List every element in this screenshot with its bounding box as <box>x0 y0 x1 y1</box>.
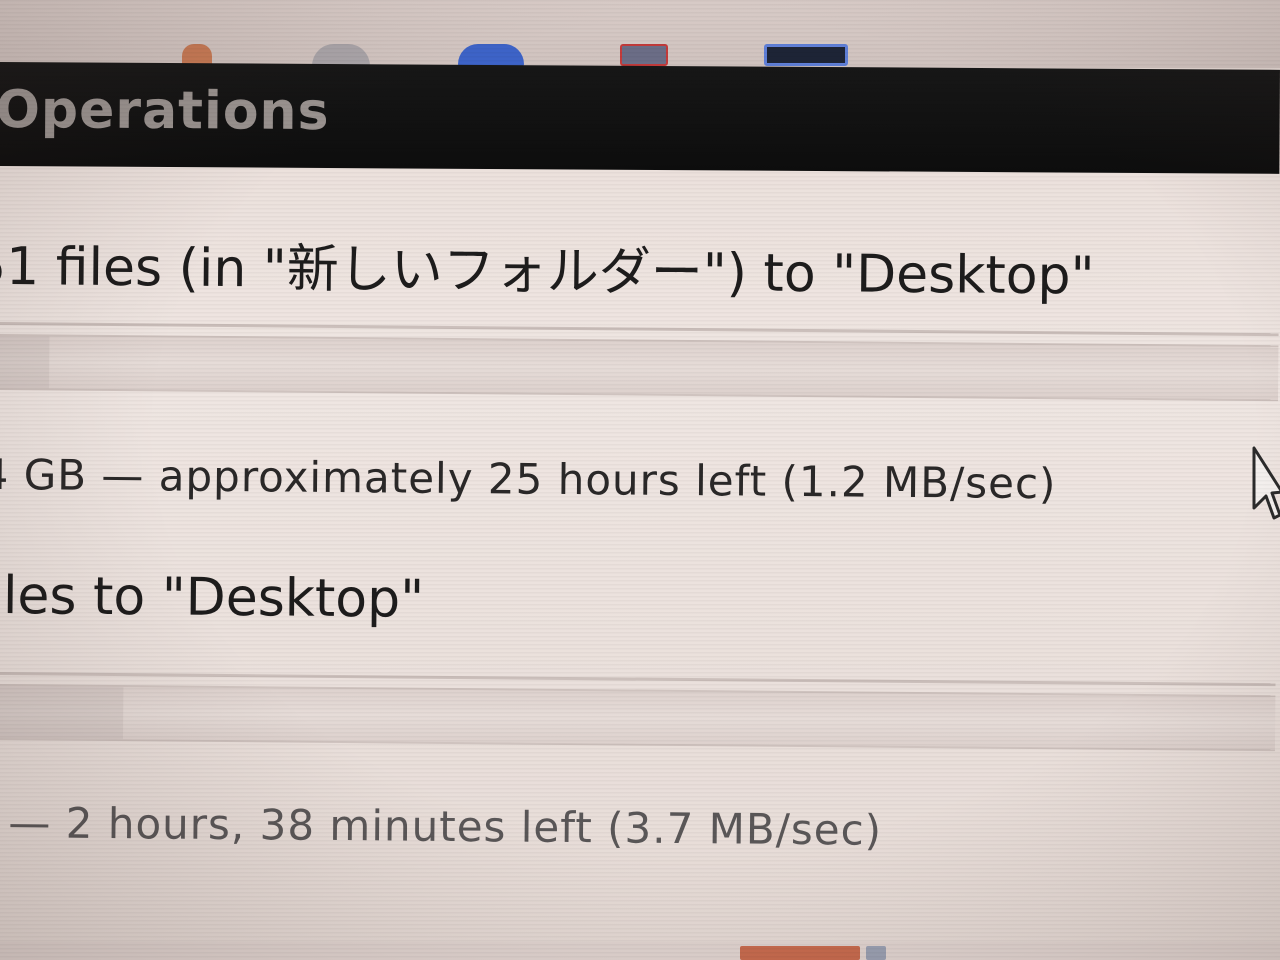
divider <box>0 671 1276 687</box>
monitor-icon[interactable] <box>764 44 848 66</box>
operation-title: files to "Desktop" <box>0 565 425 630</box>
operations-list: 51 files (in "新しいフォルダー") to "Desktop" .4… <box>0 164 1280 960</box>
operation-progress-fill <box>0 685 124 740</box>
operation-status: B — 2 hours, 38 minutes left (3.7 MB/sec… <box>0 797 883 855</box>
operation-status: .4 GB — approximately 25 hours left (1.2… <box>0 449 1057 509</box>
taskbar-button[interactable] <box>866 946 886 960</box>
bottom-panel <box>0 942 1280 960</box>
operation-title: 51 files (in "新しいフォルダー") to "Desktop" <box>0 236 1095 307</box>
window-thumbnail-icon[interactable] <box>620 44 668 66</box>
app-launcher-icon[interactable] <box>458 44 524 66</box>
window-title: Operations <box>0 79 330 143</box>
desktop-panel <box>0 0 1280 68</box>
window-titlebar[interactable]: Operations <box>0 62 1280 174</box>
taskbar-button[interactable] <box>740 946 860 960</box>
operation-progress-bar <box>0 333 1279 402</box>
disc-icon[interactable] <box>312 44 370 66</box>
operation-progress-bar <box>0 683 1276 752</box>
screen: Operations 51 files (in "新しいフォルダー") to "… <box>0 0 1280 960</box>
operation-progress-fill <box>0 335 50 389</box>
mouse-pointer-icon <box>1252 446 1280 520</box>
divider <box>0 321 1279 337</box>
